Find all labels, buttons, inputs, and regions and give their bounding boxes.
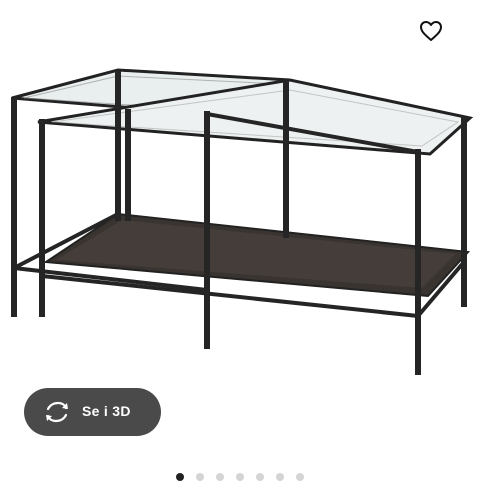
heart-icon — [420, 21, 442, 41]
view-3d-label: Se i 3D — [82, 403, 131, 419]
view-3d-button[interactable]: Se i 3D — [24, 388, 161, 436]
favorite-button[interactable] — [414, 14, 448, 48]
product-image — [11, 68, 474, 375]
carousel-indicator — [0, 473, 480, 483]
rotate-3d-icon — [46, 401, 68, 423]
